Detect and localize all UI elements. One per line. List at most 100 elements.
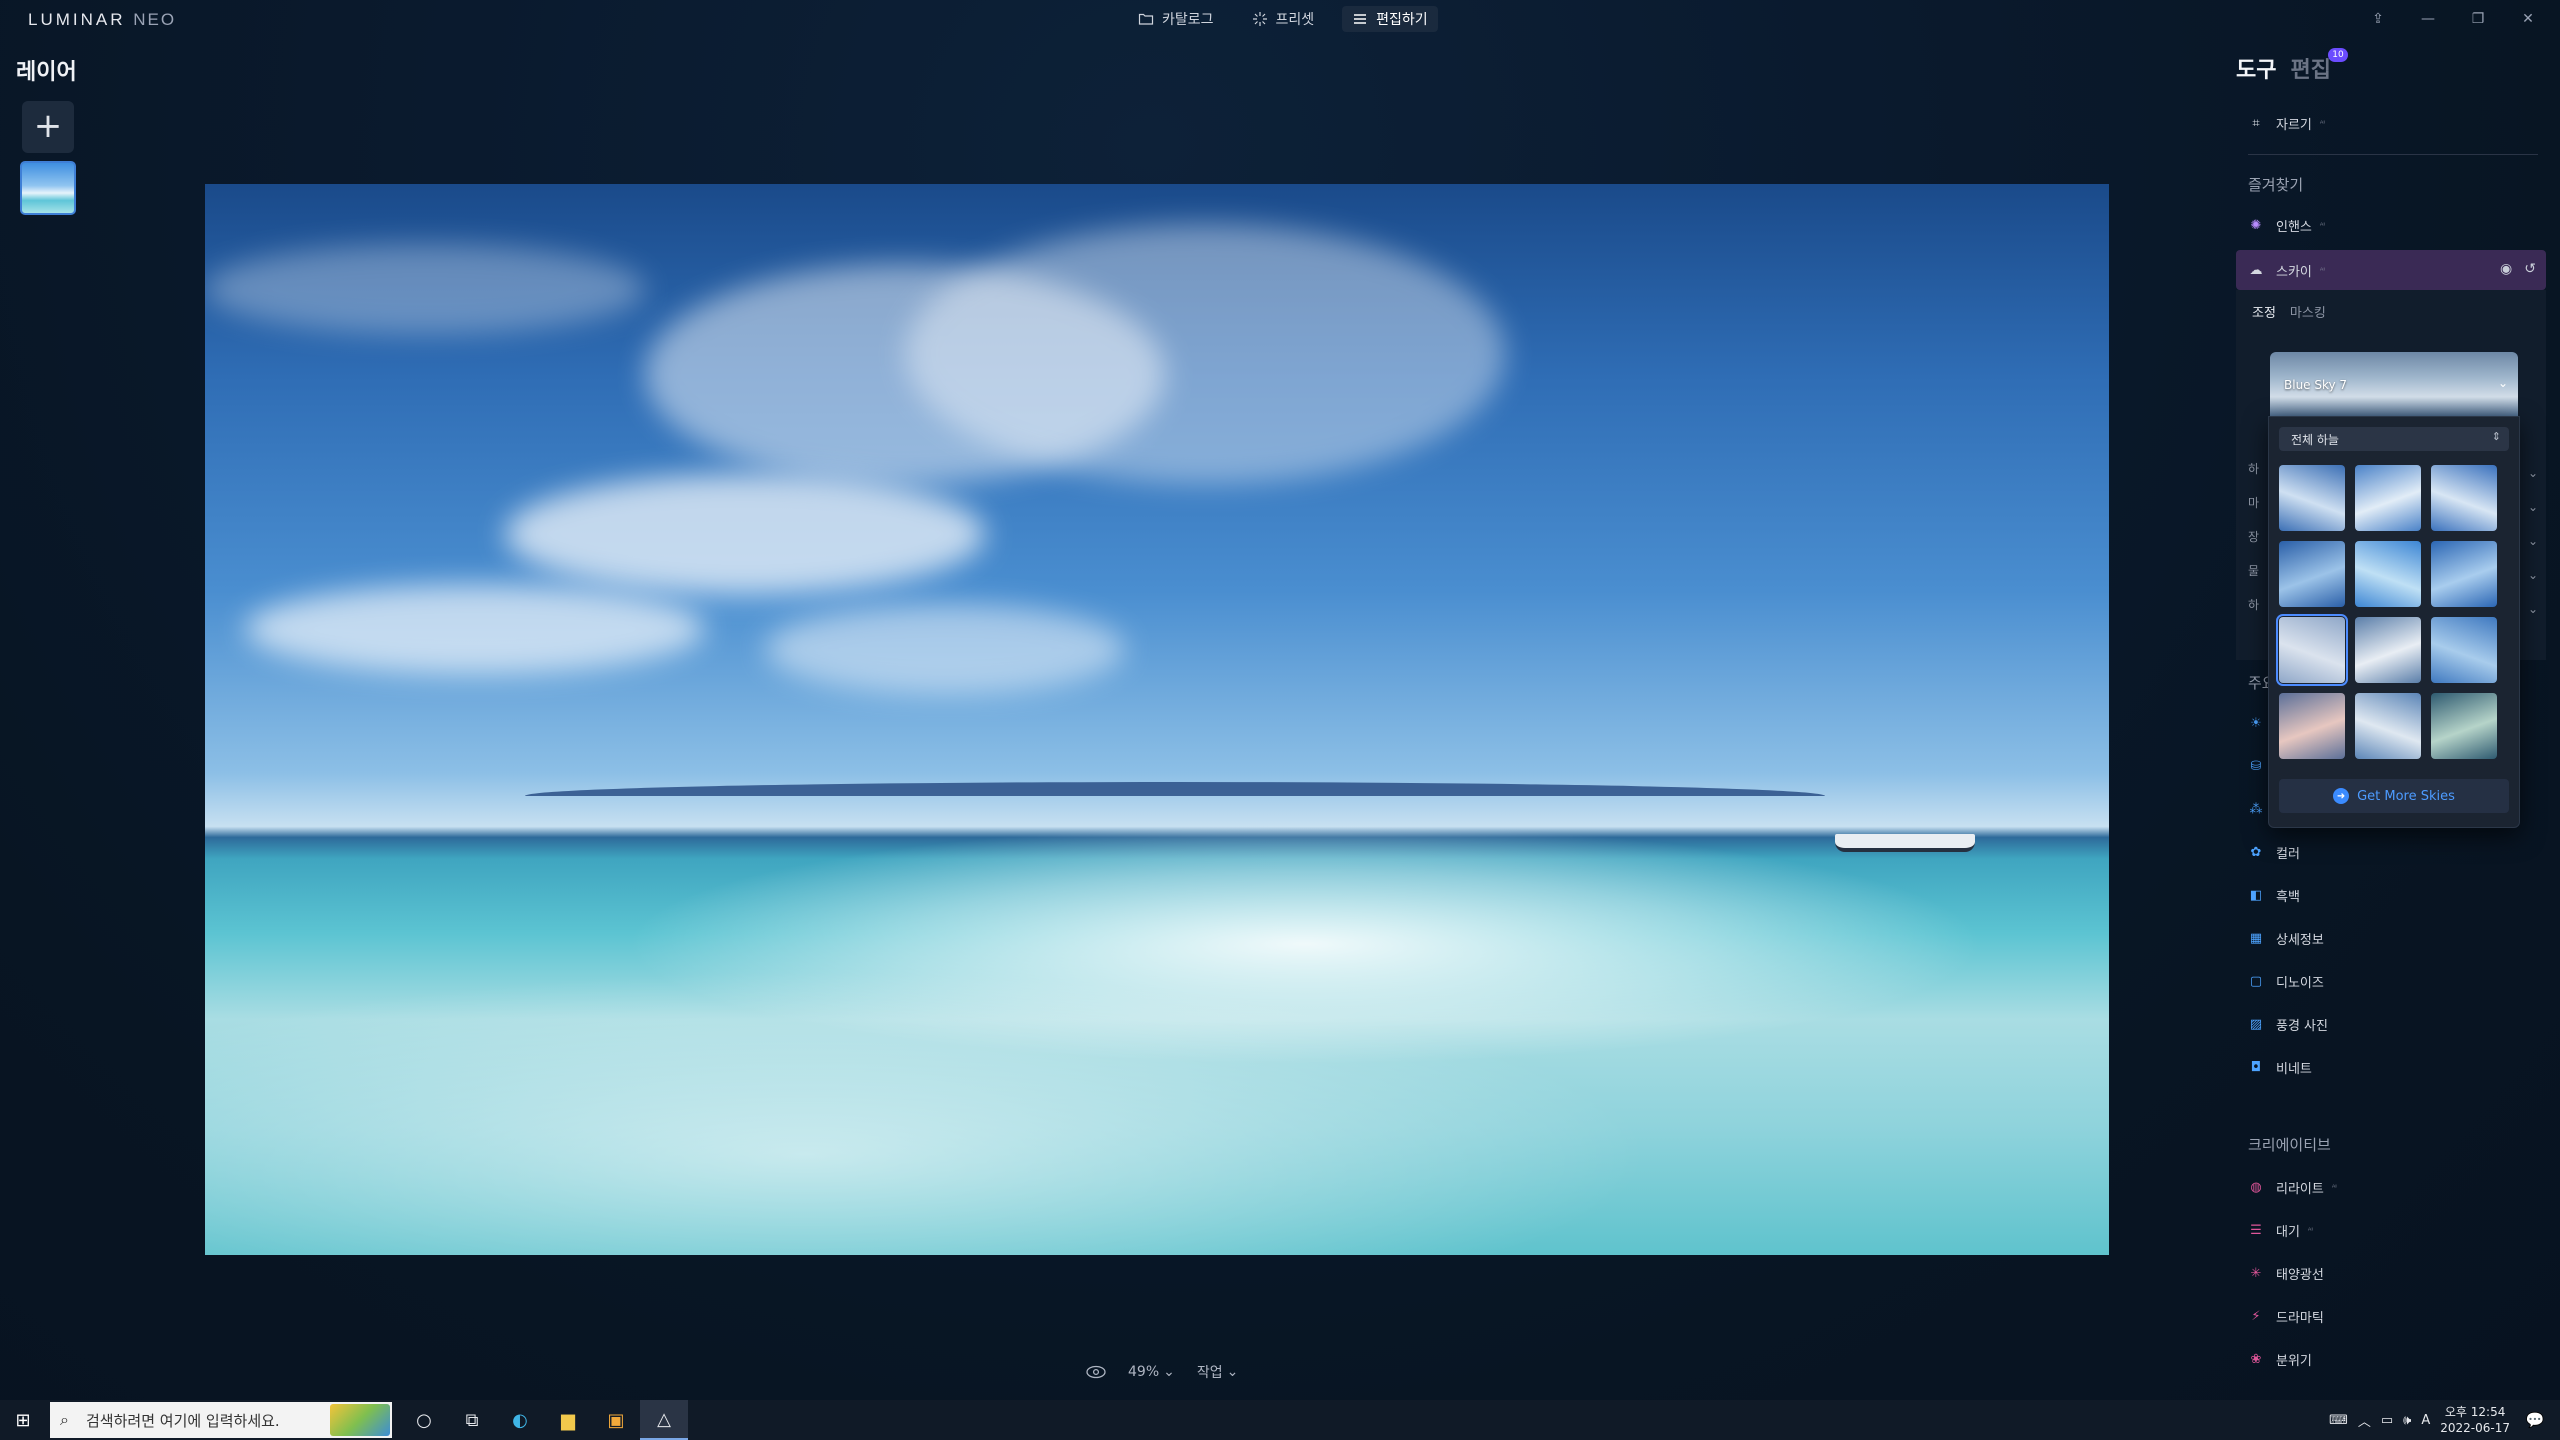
store-icon[interactable]: ▣	[592, 1400, 640, 1440]
title-bar: LUMINAR NEO 카탈로그 프리셋 편집하기 ⇪ — ❐ ✕	[0, 0, 2560, 40]
logo-main: LUMINAR	[28, 10, 126, 29]
sky-thumbnail[interactable]	[2279, 693, 2345, 759]
tab-presets-label: 프리셋	[1275, 12, 1315, 28]
color-icon: ✿	[2250, 844, 2262, 860]
subtab-masking[interactable]: 마스킹	[2290, 302, 2326, 321]
tool-dramatic-label: 드라마틱	[2276, 1310, 2324, 1326]
tool-dramatic[interactable]: ⚡ 드라마틱	[2248, 1303, 2324, 1329]
get-more-skies-label: Get More Skies	[2357, 788, 2455, 804]
sky-thumbnail[interactable]	[2355, 541, 2421, 607]
chevron-down-icon: ⌄	[2527, 534, 2538, 548]
sky-thumbnail[interactable]	[2276, 614, 2348, 686]
luminar-neo-taskbar-icon[interactable]: △	[640, 1400, 688, 1440]
sky-subtabs: 조정 마스킹	[2252, 302, 2326, 321]
sky-category-select[interactable]: 전체 하늘 ⇕	[2279, 427, 2509, 451]
sky-thumbnail[interactable]	[2431, 617, 2497, 683]
get-more-skies-button[interactable]: ➜ Get More Skies	[2279, 779, 2509, 813]
tool-crop-label: 자르기	[2276, 117, 2312, 133]
sky-thumbnail-grid	[2276, 465, 2497, 759]
cloud-shape	[765, 604, 1125, 694]
tool-sunrays[interactable]: ✳ 태양광선	[2248, 1260, 2324, 1286]
minimize-button[interactable]: —	[2406, 6, 2450, 32]
tool-denoise[interactable]: ▢ 디노이즈	[2248, 968, 2324, 994]
sky-thumbnail[interactable]	[2355, 617, 2421, 683]
tab-presets[interactable]: 프리셋	[1242, 6, 1325, 32]
tool-atmosphere[interactable]: ☰ 대기 ᴬᴵ	[2248, 1217, 2313, 1243]
share-icon[interactable]: ⇪	[2356, 6, 2400, 32]
volume-icon[interactable]: 🕪	[2403, 1413, 2411, 1428]
sky-selection-dropdown[interactable]: Blue Sky 7 ⌄	[2270, 352, 2518, 416]
sky-thumbnail[interactable]	[2355, 693, 2421, 759]
add-layer-button[interactable]: +	[22, 101, 74, 153]
chevron-down-icon: ⌄	[2527, 602, 2538, 616]
tool-landscape[interactable]: ▨ 풍경 사진	[2248, 1011, 2328, 1037]
top-navigation: 카탈로그 프리셋 편집하기	[1128, 6, 1438, 32]
tool-landscape-label: 풍경 사진	[2276, 1018, 2328, 1034]
tool-relight[interactable]: ◍ 리라이트 ᴬᴵ	[2248, 1174, 2336, 1200]
chevron-down-icon: ⌄	[2527, 500, 2538, 514]
zoom-dropdown[interactable]: 49% ⌄	[1128, 1364, 1175, 1380]
sky-dropdown-menu: 전체 하늘 ⇕ ➜ Get More Skies	[2268, 416, 2520, 828]
taskbar-search-box[interactable]: ⌕ 검색하려면 여기에 입력하세요.	[50, 1402, 392, 1438]
system-tray: ⌨ ︿ ▭ 🕪 A 오후 12:54 2022-06-17 💬	[2329, 1400, 2560, 1440]
notification-center-icon[interactable]: 💬	[2520, 1405, 2550, 1435]
restore-button[interactable]: ❐	[2456, 6, 2500, 32]
close-button[interactable]: ✕	[2506, 6, 2550, 32]
task-view-icon[interactable]: ⧉	[448, 1400, 496, 1440]
tab-tools[interactable]: 도구	[2236, 52, 2276, 84]
landscape-icon: ▨	[2249, 1016, 2263, 1032]
keyboard-icon[interactable]: ⌨	[2329, 1413, 2348, 1428]
reset-icon[interactable]: ↺	[2524, 261, 2536, 277]
actions-dropdown[interactable]: 작업 ⌄	[1197, 1362, 1239, 1382]
section-label: 하	[2248, 598, 2260, 612]
sparkle-icon: ✺	[2250, 217, 2262, 233]
favorites-title: 즐겨찾기	[2248, 176, 2304, 194]
updown-chevron-icon: ⇕	[2491, 430, 2501, 443]
ai-mark-icon: ᴬᴵ	[2319, 220, 2325, 230]
divider	[2248, 154, 2538, 155]
visibility-eye-icon[interactable]: ◉	[2500, 261, 2512, 277]
tool-essential-2[interactable]: ⛁	[2248, 753, 2264, 779]
tool-essential-1[interactable]: ☀	[2248, 710, 2264, 736]
section-label: 장	[2248, 530, 2260, 544]
mood-icon: ❀	[2250, 1351, 2262, 1367]
tool-bw[interactable]: ◧ 흑백	[2248, 882, 2300, 908]
sky-thumbnail[interactable]	[2431, 465, 2497, 531]
tool-mood[interactable]: ❀ 분위기	[2248, 1346, 2312, 1372]
file-explorer-icon[interactable]: ▆	[544, 1400, 592, 1440]
tool-details[interactable]: ▦ 상세정보	[2248, 925, 2324, 951]
tool-enhance[interactable]: ✺ 인핸스 ᴬᴵ	[2248, 212, 2325, 238]
tab-edit[interactable]: 편집하기	[1342, 6, 1438, 32]
sky-thumbnail[interactable]	[2279, 465, 2345, 531]
layer-thumbnail[interactable]	[20, 161, 76, 215]
tab-edits[interactable]: 편집	[2290, 52, 2330, 84]
sky-thumbnail[interactable]	[2431, 541, 2497, 607]
chevron-up-icon[interactable]: ︿	[2358, 1411, 2371, 1430]
sky-actions: ◉ ↺	[2500, 261, 2536, 277]
eye-icon[interactable]	[1086, 1365, 1106, 1379]
cloud-icon: ☁	[2249, 262, 2263, 278]
tool-vignette[interactable]: ◘ 비네트	[2248, 1054, 2312, 1080]
tool-essential-3[interactable]: ⁂	[2248, 796, 2264, 822]
network-icon[interactable]: ▭	[2381, 1413, 2393, 1428]
chevron-down-icon: ⌄	[2527, 466, 2538, 480]
photo-canvas[interactable]	[205, 184, 2109, 1255]
distant-islands	[525, 782, 1825, 796]
atmosphere-icon: ☰	[2250, 1222, 2262, 1238]
tab-catalog[interactable]: 카탈로그	[1128, 6, 1224, 32]
subtab-adjust[interactable]: 조정	[2252, 302, 2276, 321]
tool-sunrays-label: 태양광선	[2276, 1267, 2324, 1283]
edge-browser-icon[interactable]: ◐	[496, 1400, 544, 1440]
taskbar-clock[interactable]: 오후 12:54 2022-06-17	[2440, 1404, 2510, 1436]
tool-sky[interactable]: ☁ 스카이 ᴬᴵ ◉ ↺	[2236, 250, 2546, 290]
folder-icon	[1138, 13, 1154, 25]
sky-thumbnail[interactable]	[2279, 541, 2345, 607]
sky-thumbnail[interactable]	[2355, 465, 2421, 531]
tool-color[interactable]: ✿ 컬러	[2248, 839, 2300, 865]
ime-indicator[interactable]: A	[2421, 1413, 2430, 1428]
sky-thumbnail[interactable]	[2431, 693, 2497, 759]
tool-crop[interactable]: ⌗ 자르기 ᴬᴵ	[2248, 110, 2325, 136]
windows-start-icon[interactable]: ⊞	[0, 1400, 46, 1440]
cortana-icon[interactable]: ○	[400, 1400, 448, 1440]
tool-atmosphere-label: 대기	[2276, 1224, 2300, 1240]
